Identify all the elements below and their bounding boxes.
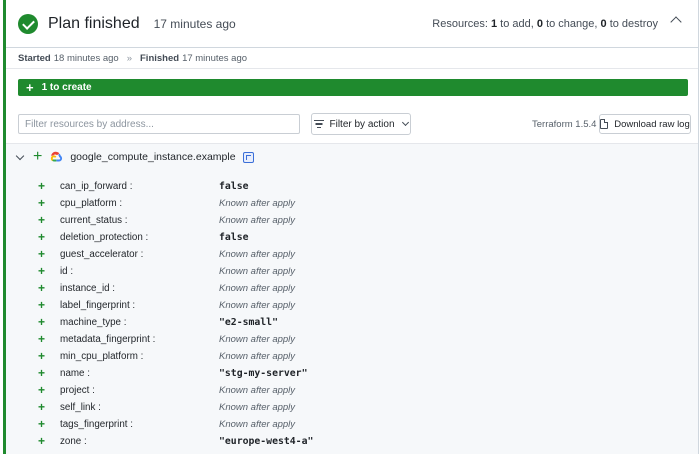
attribute-value: false — [219, 232, 249, 243]
filter-icon — [314, 120, 325, 128]
attribute-plus-icon: + — [38, 247, 46, 261]
attribute-plus-icon: + — [38, 332, 46, 346]
resource-header[interactable]: + google_compute_instance.example — [6, 144, 698, 170]
attribute-name: can_ip_forward : — [60, 181, 133, 192]
attribute-row: + zone : "europe-west4-a" — [6, 433, 698, 450]
copy-icon[interactable] — [242, 151, 254, 163]
attribute-row: + instance_id : Known after apply — [6, 280, 698, 297]
attribute-value: Known after apply — [219, 266, 296, 277]
plus-icon: + — [26, 80, 34, 95]
attribute-name: id : — [60, 266, 74, 277]
attribute-plus-icon: + — [38, 366, 46, 380]
attribute-value: Known after apply — [219, 215, 296, 226]
attribute-name: guest_accelerator : — [60, 249, 144, 260]
attribute-value: Known after apply — [219, 198, 296, 209]
attribute-plus-icon: + — [38, 417, 46, 431]
attribute-name: label_fingerprint : — [60, 300, 136, 311]
attribute-row: + id : Known after apply — [6, 263, 698, 280]
attribute-row: + label_fingerprint : Known after apply — [6, 297, 698, 314]
attribute-name: current_status : — [60, 215, 128, 226]
attribute-row: + can_ip_forward : false — [6, 178, 698, 195]
attribute-value: Known after apply — [219, 402, 296, 413]
attribute-plus-icon: + — [38, 383, 46, 397]
attribute-row: + guest_accelerator : Known after apply — [6, 246, 698, 263]
attribute-value: Known after apply — [219, 385, 296, 396]
attribute-row: + tags_fingerprint : Known after apply — [6, 416, 698, 433]
terraform-version: Terraform 1.5.4 — [532, 119, 597, 130]
download-raw-log-label: Download raw log — [614, 118, 690, 130]
attribute-name: instance_id : — [60, 283, 116, 294]
resource-address: google_compute_instance.example — [70, 151, 236, 163]
attribute-plus-icon: + — [38, 213, 46, 227]
attribute-name: self_link : — [60, 402, 101, 413]
attribute-plus-icon: + — [38, 434, 46, 448]
google-cloud-icon — [51, 151, 63, 162]
attribute-value: Known after apply — [219, 300, 296, 311]
attribute-name: machine_type : — [60, 317, 127, 328]
attribute-row: + cpu_platform : Known after apply — [6, 195, 698, 212]
attribute-value: Known after apply — [219, 419, 296, 430]
attribute-value: Known after apply — [219, 283, 296, 294]
resources-summary: Resources: 1 to add, 0 to change, 0 to d… — [432, 18, 658, 30]
attribute-value: Known after apply — [219, 351, 296, 362]
check-circle-icon — [18, 13, 38, 34]
started-value: 18 minutes ago — [53, 53, 119, 64]
attribute-name: name : — [60, 368, 90, 379]
attribute-plus-icon: + — [38, 281, 46, 295]
attribute-plus-icon: + — [38, 179, 46, 193]
finished-value: 17 minutes ago — [182, 53, 248, 64]
attribute-name: tags_fingerprint : — [60, 419, 133, 430]
attribute-value: false — [219, 181, 249, 192]
attribute-value: Known after apply — [219, 334, 296, 345]
attribute-value: "e2-small" — [219, 317, 278, 328]
attribute-row: + name : "stg-my-server" — [6, 365, 698, 382]
run-panel: Plan finished 17 minutes ago Resources: … — [3, 0, 699, 454]
attribute-value: "europe-west4-a" — [219, 436, 314, 447]
document-icon — [600, 119, 609, 129]
attribute-name: project : — [60, 385, 95, 396]
attribute-name: metadata_fingerprint : — [60, 334, 156, 345]
plan-header: Plan finished 17 minutes ago Resources: … — [6, 0, 698, 48]
attribute-plus-icon: + — [38, 264, 46, 278]
attribute-name: min_cpu_platform : — [60, 351, 144, 362]
attribute-name: deletion_protection : — [60, 232, 149, 243]
attribute-row: + self_link : Known after apply — [6, 399, 698, 416]
plan-time-ago: 17 minutes ago — [153, 16, 236, 31]
attribute-row: + current_status : Known after apply — [6, 212, 698, 229]
attribute-plus-icon: + — [38, 400, 46, 414]
attribute-value: Known after apply — [219, 249, 296, 260]
download-raw-log-button[interactable]: Download raw log — [599, 114, 691, 134]
attribute-row: + machine_type : "e2-small" — [6, 314, 698, 331]
attribute-plus-icon: + — [38, 315, 46, 329]
resource-plus-icon: + — [33, 148, 43, 165]
attribute-row: + min_cpu_platform : Known after apply — [6, 348, 698, 365]
chevron-up-icon[interactable] — [670, 16, 682, 28]
chevron-down-icon[interactable] — [15, 151, 25, 160]
create-summary-bar[interactable]: + 1 to create — [18, 79, 688, 96]
attribute-row: + metadata_fingerprint : Known after apply — [6, 331, 698, 348]
filter-resources-input[interactable] — [18, 114, 300, 134]
controls-row: Filter by action Terraform 1.5.4 Downloa… — [18, 113, 691, 135]
timing-row: Started 18 minutes ago » Finished 17 min… — [6, 49, 698, 69]
attribute-name: zone : — [60, 436, 87, 447]
attribute-plus-icon: + — [38, 230, 46, 244]
attribute-name: cpu_platform : — [60, 198, 123, 209]
attribute-plus-icon: + — [38, 349, 46, 363]
filter-by-action-button[interactable]: Filter by action — [311, 113, 411, 135]
resource-section: + google_compute_instance.example + can_i… — [6, 143, 698, 454]
attribute-row: + deletion_protection : false — [6, 229, 698, 246]
attribute-value: "stg-my-server" — [219, 368, 308, 379]
started-label: Started — [18, 53, 51, 64]
timing-separator: » — [126, 53, 132, 64]
finished-label: Finished — [140, 53, 180, 64]
attribute-plus-icon: + — [38, 196, 46, 210]
attribute-row: + project : Known after apply — [6, 382, 698, 399]
attribute-plus-icon: + — [38, 298, 46, 312]
filter-by-action-label: Filter by action — [329, 118, 395, 130]
create-summary-label: 1 to create — [41, 82, 92, 93]
plan-status-title: Plan finished — [48, 14, 140, 32]
chevron-down-icon — [401, 118, 409, 127]
